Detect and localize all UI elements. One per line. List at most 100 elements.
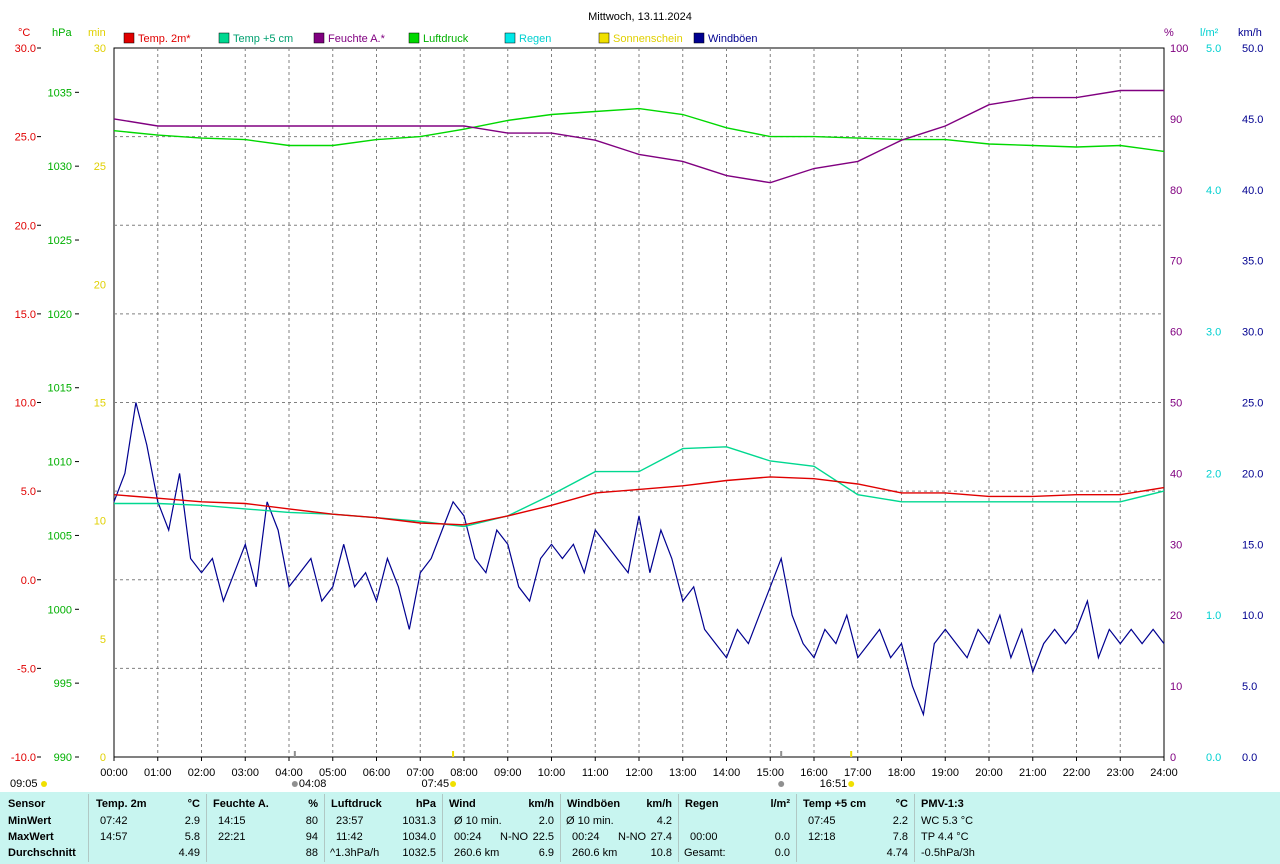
- hdr-temp5: Temp +5 cm: [803, 798, 867, 810]
- min-temp-time: 07:42: [100, 815, 128, 827]
- max-rain-a: 00:00: [690, 831, 718, 843]
- x-tick: 06:00: [363, 767, 391, 779]
- wind-tick: 35.0: [1242, 256, 1263, 268]
- x-tick: 19:00: [931, 767, 959, 779]
- x-tick: 10:00: [538, 767, 566, 779]
- min-wind-a: Ø 10 min.: [454, 815, 502, 827]
- min-t5-time: 07:45: [808, 815, 836, 827]
- humidity-tick: 90: [1170, 114, 1182, 126]
- x-tick: 00:00: [100, 767, 128, 779]
- sun-tick: 15: [94, 398, 106, 410]
- legend-swatch-2: [313, 32, 325, 44]
- legend-swatch-4: [504, 32, 516, 44]
- pressure-tick: 1020: [48, 309, 72, 321]
- legend: Temp. 2m* Temp +5 cm Feuchte A.* Luftdruck R…: [123, 32, 758, 45]
- legend-label-1: Temp +5 cm: [233, 33, 293, 45]
- row-min-label: MinWert: [8, 815, 52, 827]
- sun-tick: 5: [100, 634, 106, 646]
- x-tick: 02:00: [188, 767, 216, 779]
- hdr-humidity-unit: %: [308, 798, 318, 810]
- max-pmv: TP 4.4 °C: [921, 831, 969, 843]
- x-tick: 13:00: [669, 767, 697, 779]
- x-tick: 11:00: [582, 767, 609, 779]
- wind-tick: 30.0: [1242, 327, 1263, 339]
- wind-tick: 0.0: [1242, 752, 1257, 764]
- humidity-tick: 20: [1170, 610, 1182, 622]
- stats-panel: Sensor Temp. 2m °C Feuchte A. % Luftdruc…: [0, 792, 1280, 864]
- pressure-unit: hPa: [52, 27, 72, 39]
- max-press-val: 1034.0: [402, 831, 436, 843]
- avg-gust-val: 10.8: [650, 847, 672, 859]
- max-temp-time: 14:57: [100, 831, 128, 843]
- x-tick: 14:00: [713, 767, 741, 779]
- avg-press-time: ^1.3hPa/h: [330, 847, 380, 859]
- sun-unit: min: [88, 27, 106, 39]
- x-tick: 12:00: [625, 767, 653, 779]
- avg-wind-a: 260.6 km: [454, 847, 500, 859]
- min-gust-a: Ø 10 min.: [566, 815, 614, 827]
- legend-label-6: Windböen: [708, 33, 758, 45]
- sun-tick: 25: [94, 161, 106, 173]
- avg-wind-val: 6.9: [538, 847, 554, 859]
- max-temp-val: 5.8: [184, 831, 200, 843]
- legend-label-3: Luftdruck: [423, 33, 469, 45]
- x-tick: 09:00: [494, 767, 522, 779]
- min-wind-val: 2.0: [538, 815, 554, 827]
- humidity-tick: 10: [1170, 681, 1182, 693]
- min-press-val: 1031.3: [402, 815, 436, 827]
- hdr-gust-unit: km/h: [646, 798, 672, 810]
- temp-tick: 0.0: [21, 575, 36, 587]
- avg-temp-val: 4.49: [178, 847, 200, 859]
- min-press-time: 23:57: [336, 815, 364, 827]
- legend-label-0: Temp. 2m*: [138, 33, 191, 45]
- hdr-temp-unit: °C: [187, 798, 200, 810]
- x-tick: 20:00: [975, 767, 1003, 779]
- x-tick: 03:00: [231, 767, 259, 779]
- rain-tick: 3.0: [1206, 327, 1221, 339]
- moon-other-dot: [778, 781, 785, 787]
- moonrise-label: 09:05: [10, 778, 38, 790]
- chart-title: Mittwoch, 13.11.2024: [588, 11, 692, 23]
- legend-swatch-3: [408, 32, 420, 44]
- sun-tick: 30: [94, 43, 106, 55]
- min-hum-time: 14:15: [218, 815, 246, 827]
- moonset-dot: [291, 781, 298, 787]
- rain-tick: 1.0: [1206, 610, 1221, 622]
- legend-label-4: Regen: [519, 33, 551, 45]
- avg-hum-val: 88: [305, 847, 318, 859]
- rain-tick: 4.0: [1206, 185, 1221, 197]
- avg-press-val: 1032.5: [402, 847, 436, 859]
- x-tick: 23:00: [1106, 767, 1134, 779]
- humidity-tick: 30: [1170, 539, 1182, 551]
- legend-swatch-1: [218, 32, 230, 44]
- hdr-rain: Regen: [685, 798, 719, 810]
- legend-swatch-6: [693, 32, 705, 44]
- temp-tick: 25.0: [15, 132, 36, 144]
- x-tick: 24:00: [1150, 767, 1178, 779]
- wind-tick: 40.0: [1242, 185, 1263, 197]
- max-gust-val: 27.4: [650, 831, 672, 843]
- sunrise-dot: [450, 781, 457, 787]
- temp-tick: 10.0: [15, 398, 36, 410]
- avg-rain-a: Gesamt:: [684, 847, 726, 859]
- x-tick: 17:00: [844, 767, 872, 779]
- x-tick: 22:00: [1063, 767, 1091, 779]
- pressure-tick: 1010: [48, 457, 72, 469]
- hdr-sensor: Sensor: [8, 798, 46, 810]
- x-tick: 18:00: [888, 767, 916, 779]
- pressure-tick: 1015: [48, 383, 72, 395]
- temp-unit: °C: [18, 27, 30, 39]
- max-gust-a: 00:24: [572, 831, 600, 843]
- avg-t5-val: 4.74: [886, 847, 908, 859]
- moonrise-dot: [41, 781, 47, 787]
- wind-tick: 10.0: [1242, 610, 1263, 622]
- moonset-label: 04:08: [299, 778, 327, 790]
- avg-pmv: -0.5hPa/3h: [921, 847, 975, 859]
- wind-tick: 5.0: [1242, 681, 1257, 693]
- rain-tick: 5.0: [1206, 43, 1221, 55]
- hdr-temp: Temp. 2m: [96, 798, 147, 810]
- pressure-tick: 1025: [48, 235, 72, 247]
- weather-chart: Mittwoch, 13.11.2024 °C hPa min % l/m² k…: [10, 11, 1263, 790]
- hdr-gust: Windböen: [567, 798, 621, 810]
- wind-tick: 15.0: [1242, 539, 1263, 551]
